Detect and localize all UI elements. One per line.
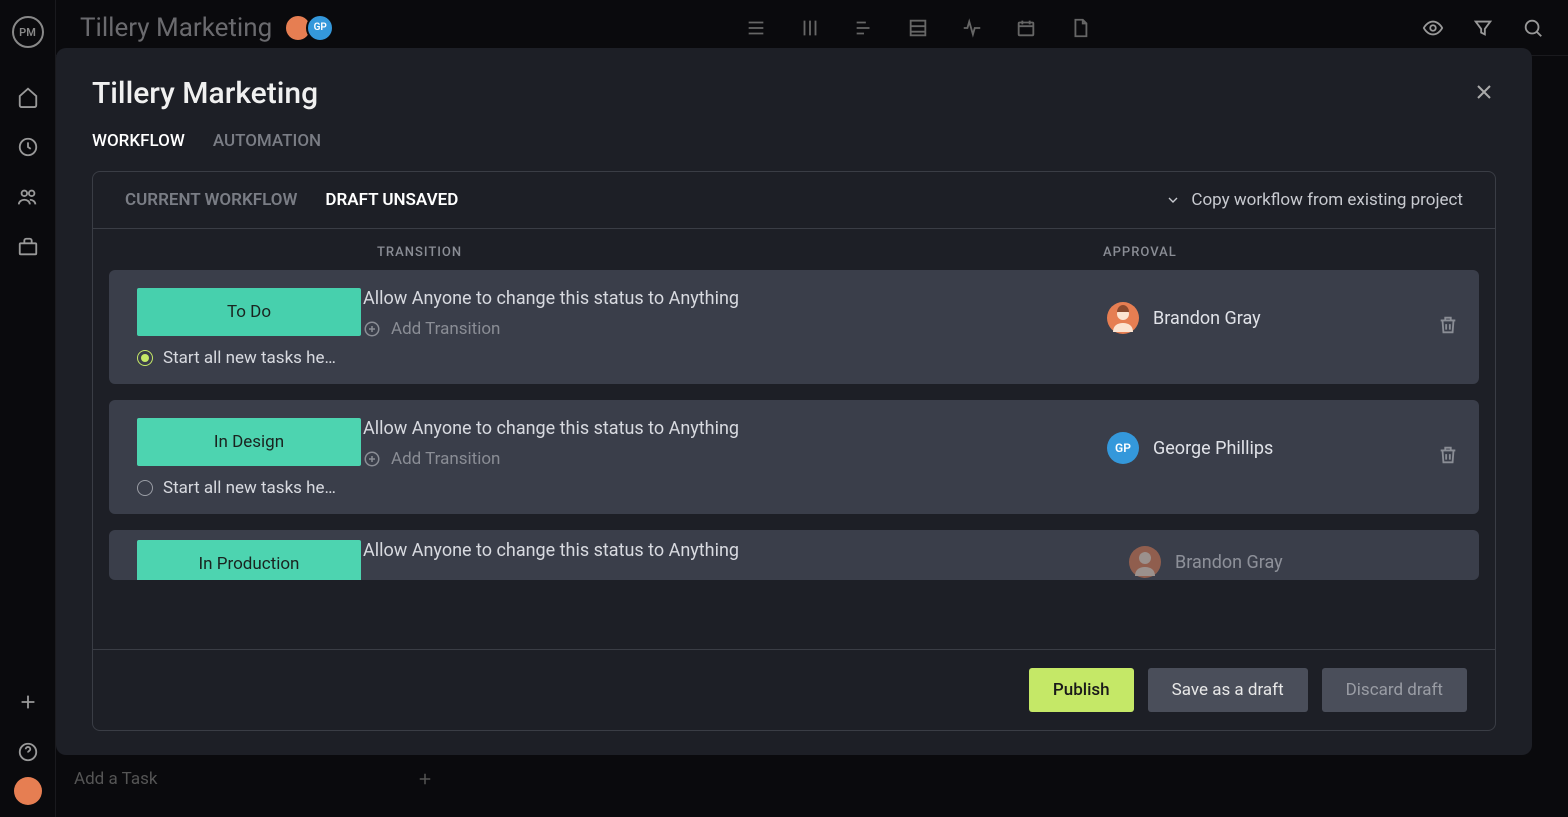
approver-avatar: [1107, 302, 1139, 334]
status-approval: GP George Phillips: [1107, 418, 1437, 498]
approver[interactable]: Brandon Gray: [1129, 546, 1283, 578]
approver-name: George Phillips: [1153, 438, 1273, 459]
add-transition-label: Add Transition: [391, 449, 500, 469]
status-card: In Design Start all new tasks he… Allow …: [109, 400, 1479, 514]
start-tasks-label: Start all new tasks he…: [163, 348, 336, 368]
status-card: To Do Start all new tasks he… Allow Anyo…: [109, 270, 1479, 384]
status-chip[interactable]: To Do: [137, 288, 361, 336]
clock-icon[interactable]: [17, 136, 39, 158]
filter-icon[interactable]: [1472, 17, 1494, 39]
plus-circle-icon: [363, 320, 381, 338]
tab-workflow[interactable]: WORKFLOW: [92, 131, 185, 167]
project-members[interactable]: GP: [290, 14, 334, 42]
status-chip[interactable]: In Production: [137, 540, 361, 580]
home-icon[interactable]: [17, 86, 39, 108]
member-avatar: GP: [306, 14, 334, 42]
copy-workflow-link[interactable]: Copy workflow from existing project: [1165, 190, 1463, 210]
status-transition: Allow Anyone to change this status to An…: [361, 418, 1107, 498]
start-tasks-row[interactable]: Start all new tasks he…: [137, 478, 361, 498]
plus-icon[interactable]: [17, 691, 39, 713]
board-view-icon[interactable]: [799, 17, 821, 39]
approver-name: Brandon Gray: [1153, 308, 1261, 329]
radio-checked-icon[interactable]: [137, 350, 153, 366]
trash-icon[interactable]: [1437, 444, 1459, 466]
add-task-bar[interactable]: Add a Task: [74, 769, 434, 789]
workflow-modal: Tillery Marketing WORKFLOW AUTOMATION CU…: [56, 48, 1532, 755]
search-icon[interactable]: [1522, 17, 1544, 39]
plus-circle-icon: [363, 450, 381, 468]
approver-avatar: [1129, 546, 1161, 578]
left-rail: PM: [0, 0, 56, 817]
panel-footer: Publish Save as a draft Discard draft: [93, 649, 1495, 730]
status-left: In Production: [137, 540, 361, 580]
status-card: In Production Allow Anyone to change thi…: [109, 530, 1479, 580]
subtab-current-workflow[interactable]: CURRENT WORKFLOW: [125, 190, 297, 210]
status-transition: Allow Anyone to change this status to An…: [361, 288, 1107, 368]
eye-icon[interactable]: [1422, 17, 1444, 39]
gantt-view-icon[interactable]: [853, 17, 875, 39]
modal-title: Tillery Marketing: [92, 76, 1472, 111]
approver-name: Brandon Gray: [1175, 552, 1283, 573]
trash-icon[interactable]: [1437, 314, 1459, 336]
app-logo[interactable]: PM: [12, 16, 44, 48]
transition-text: Allow Anyone to change this status to An…: [363, 288, 1107, 309]
list-view-icon[interactable]: [745, 17, 767, 39]
publish-button[interactable]: Publish: [1029, 668, 1134, 712]
top-actions: [1422, 17, 1544, 39]
status-transition: Allow Anyone to change this status to An…: [361, 540, 1129, 580]
column-transition-header: TRANSITION: [377, 245, 1103, 260]
calendar-view-icon[interactable]: [1015, 17, 1037, 39]
column-headers: TRANSITION APPROVAL: [93, 229, 1495, 270]
panel-header: CURRENT WORKFLOW DRAFT UNSAVED Copy work…: [93, 172, 1495, 229]
start-tasks-label: Start all new tasks he…: [163, 478, 336, 498]
modal-tabs: WORKFLOW AUTOMATION: [56, 111, 1532, 167]
add-transition-label: Add Transition: [391, 319, 500, 339]
plus-icon: [416, 770, 434, 788]
status-left: To Do Start all new tasks he…: [137, 288, 361, 368]
transition-text: Allow Anyone to change this status to An…: [363, 418, 1107, 439]
column-approval-header: APPROVAL: [1103, 245, 1463, 260]
approver[interactable]: GP George Phillips: [1107, 432, 1273, 464]
status-approval: Brandon Gray: [1129, 540, 1459, 580]
chevron-down-icon: [1165, 192, 1181, 208]
approver[interactable]: Brandon Gray: [1107, 302, 1261, 334]
people-icon[interactable]: [17, 186, 39, 208]
start-tasks-row[interactable]: Start all new tasks he…: [137, 348, 361, 368]
help-icon[interactable]: [17, 741, 39, 763]
subtab-draft-unsaved[interactable]: DRAFT UNSAVED: [325, 190, 458, 210]
approver-avatar: GP: [1107, 432, 1139, 464]
tab-automation[interactable]: AUTOMATION: [213, 131, 321, 167]
status-approval: Brandon Gray: [1107, 288, 1437, 368]
file-view-icon[interactable]: [1069, 17, 1091, 39]
briefcase-icon[interactable]: [17, 236, 39, 258]
radio-unchecked-icon[interactable]: [137, 480, 153, 496]
transition-text: Allow Anyone to change this status to An…: [363, 540, 1129, 561]
modal-header: Tillery Marketing: [56, 76, 1532, 111]
activity-icon[interactable]: [961, 17, 983, 39]
project-title: Tillery Marketing: [80, 13, 272, 43]
status-left: In Design Start all new tasks he…: [137, 418, 361, 498]
add-transition-button[interactable]: Add Transition: [363, 449, 1107, 469]
discard-draft-button[interactable]: Discard draft: [1322, 668, 1467, 712]
table-view-icon[interactable]: [907, 17, 929, 39]
save-draft-button[interactable]: Save as a draft: [1148, 668, 1308, 712]
status-list: To Do Start all new tasks he… Allow Anyo…: [93, 270, 1495, 649]
view-switcher: [414, 17, 1422, 39]
workflow-panel: CURRENT WORKFLOW DRAFT UNSAVED Copy work…: [92, 171, 1496, 731]
add-task-label: Add a Task: [74, 769, 157, 789]
status-chip[interactable]: In Design: [137, 418, 361, 466]
add-transition-button[interactable]: Add Transition: [363, 319, 1107, 339]
close-icon[interactable]: [1472, 80, 1496, 104]
user-avatar[interactable]: [14, 777, 42, 805]
copy-workflow-label: Copy workflow from existing project: [1191, 190, 1463, 210]
